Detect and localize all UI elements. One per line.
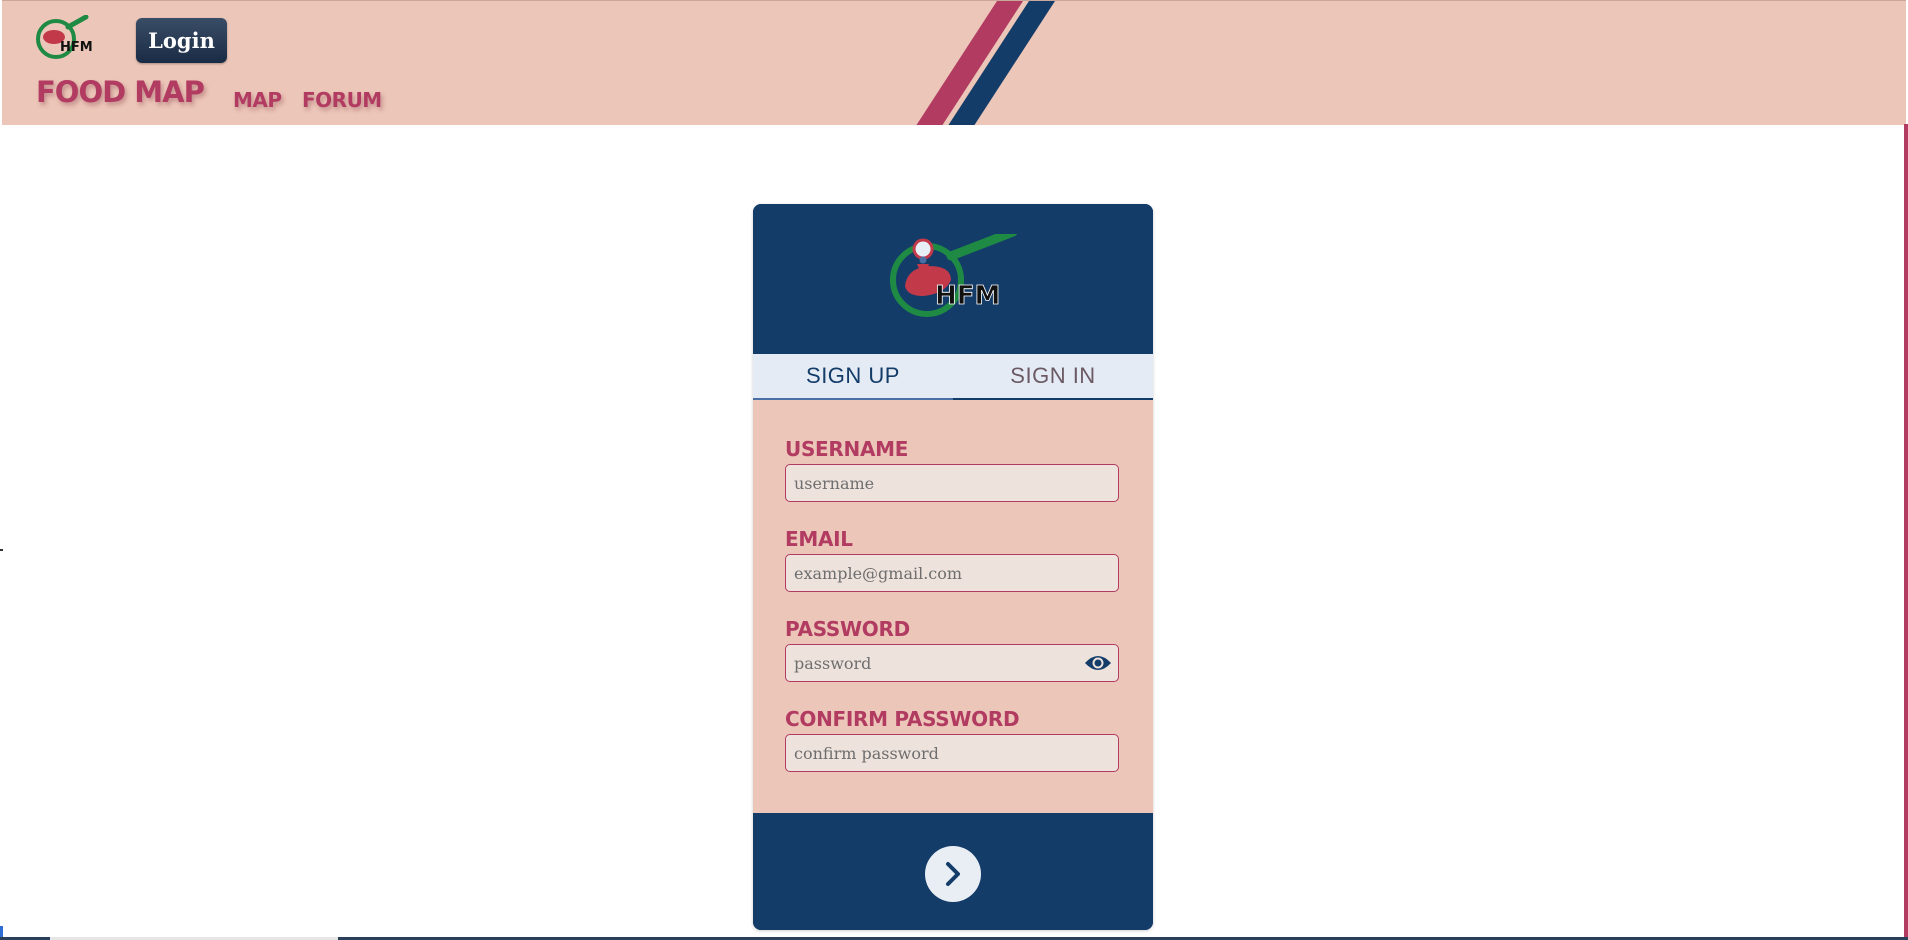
auth-tabs: SIGN UP SIGN IN (753, 354, 1153, 400)
svg-text:HFM: HFM (935, 281, 1000, 311)
left-edge-mark (0, 549, 3, 551)
username-label: USERNAME (785, 437, 909, 461)
nav-forum-link[interactable]: FORUM (302, 88, 382, 112)
submit-button[interactable] (925, 846, 981, 902)
card-header: HFM (753, 204, 1153, 354)
email-label: EMAIL (785, 527, 853, 551)
password-label: PASSWORD (785, 617, 910, 641)
username-field-box (785, 464, 1119, 502)
hfm-logo-large: HFM (890, 234, 1018, 317)
confirm-password-input[interactable] (786, 735, 1118, 771)
confirm-password-label: CONFIRM PASSWORD (785, 707, 1020, 731)
username-input[interactable] (786, 465, 1118, 501)
tab-sign-in[interactable]: SIGN IN (953, 354, 1153, 398)
confirm-password-field-box (785, 734, 1119, 772)
signup-card: HFM SIGN UP SIGN IN USERNAME EMAIL PASSW… (753, 204, 1153, 930)
card-footer (753, 813, 1153, 930)
nav-map-link[interactable]: MAP (233, 88, 282, 112)
email-input[interactable] (786, 555, 1118, 591)
eye-icon[interactable] (1084, 653, 1112, 673)
password-field-box (785, 644, 1119, 682)
chevron-right-icon (946, 862, 960, 886)
top-header: HFM Login FOOD MAP MAP FORUM (2, 0, 1906, 125)
signup-form: USERNAME EMAIL PASSWORD CONFIRM PASSWORD (753, 400, 1153, 813)
hfm-logo[interactable]: HFM (34, 15, 102, 63)
login-button[interactable]: Login (136, 18, 227, 63)
svg-text:HFM: HFM (60, 40, 93, 55)
right-edge-bar (1904, 124, 1908, 940)
email-field-box (785, 554, 1119, 592)
tab-sign-up[interactable]: SIGN UP (753, 354, 953, 398)
password-input[interactable] (786, 645, 1118, 681)
brand-title[interactable]: FOOD MAP (36, 75, 205, 109)
